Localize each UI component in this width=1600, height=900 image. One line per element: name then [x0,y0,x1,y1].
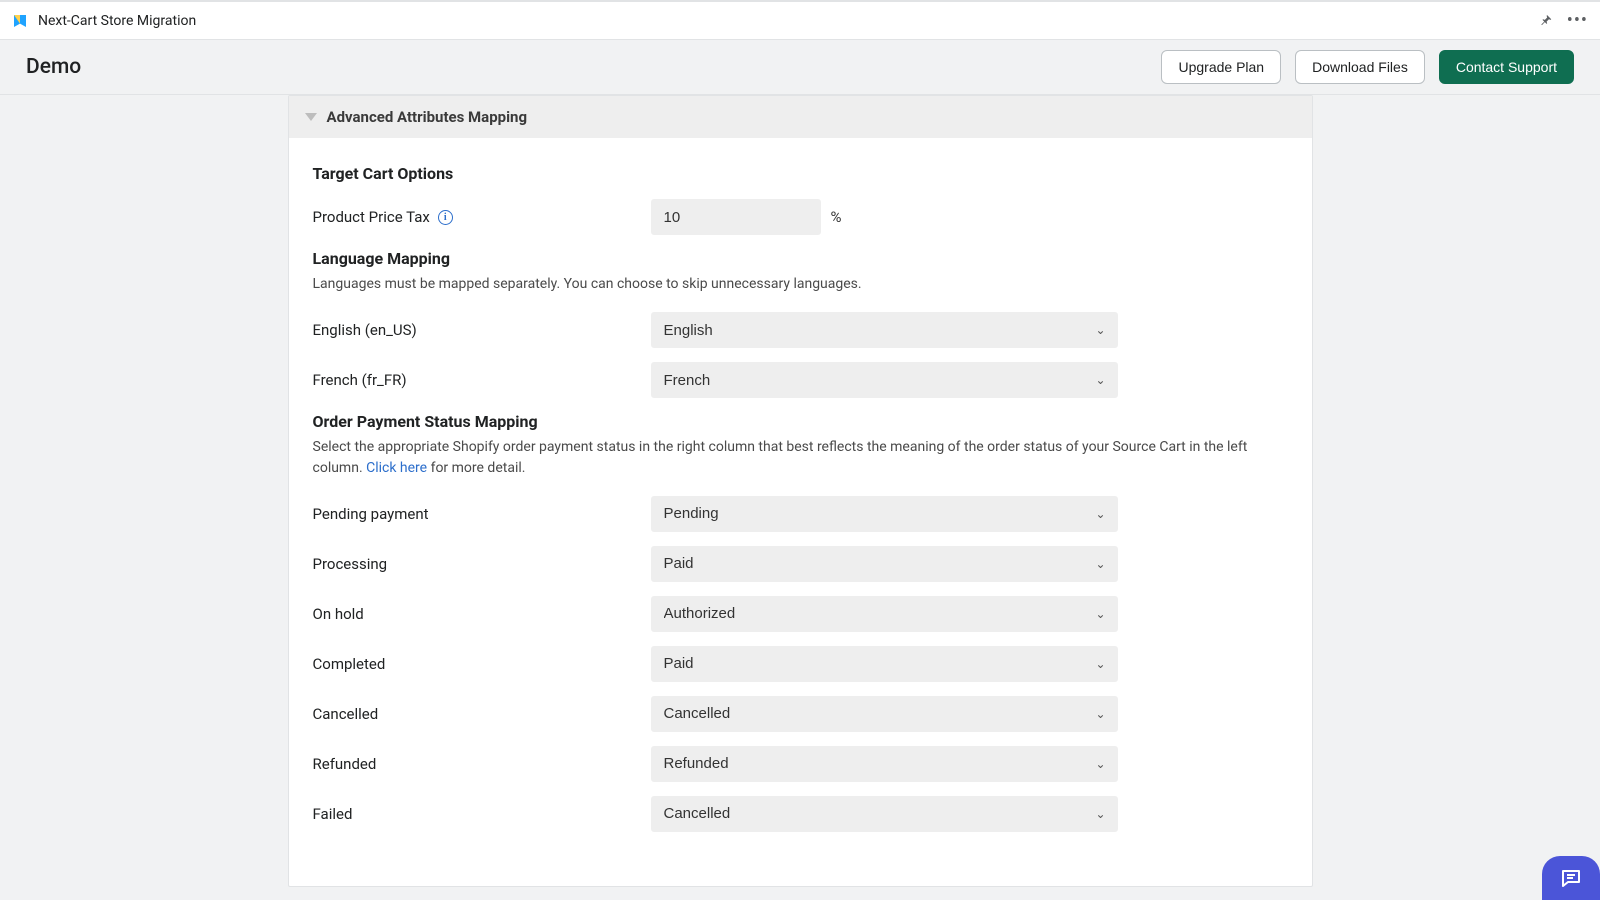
group-title-payment-mapping: Order Payment Status Mapping [313,412,1288,431]
app-logo-icon [12,13,28,29]
select-wrap: ⌄ [651,646,1118,682]
select-wrap: ⌄ [651,496,1118,532]
select-wrap: ⌄ [651,546,1118,582]
app-title: Next-Cart Store Migration [38,13,196,29]
row-label: Pending payment [313,505,651,523]
row-label: Completed [313,655,651,673]
payment-desc-post: for more detail. [427,460,525,476]
select-wrap: ⌄ [651,312,1118,348]
row-payment-processing: Processing ⌄ [313,546,1288,582]
group-title-language-mapping: Language Mapping [313,249,1288,268]
group-desc-payment-mapping: Select the appropriate Shopify order pay… [313,437,1288,478]
payment-desc-link[interactable]: Click here [366,460,427,476]
section-body: Target Cart Options Product Price Tax i … [289,138,1312,886]
row-payment-completed: Completed ⌄ [313,646,1288,682]
download-files-button[interactable]: Download Files [1295,50,1425,84]
select-wrap: ⌄ [651,746,1118,782]
upgrade-plan-button[interactable]: Upgrade Plan [1161,50,1281,84]
row-language-fr: French (fr_FR) ⌄ [313,362,1288,398]
row-payment-cancelled: Cancelled ⌄ [313,696,1288,732]
payment-select[interactable] [651,696,1118,732]
payment-select[interactable] [651,596,1118,632]
payment-select[interactable] [651,646,1118,682]
page-title: Demo [26,55,81,79]
select-wrap: ⌄ [651,796,1118,832]
row-payment-pending: Pending payment ⌄ [313,496,1288,532]
row-payment-failed: Failed ⌄ [313,796,1288,832]
select-wrap: ⌄ [651,696,1118,732]
language-select-en[interactable] [651,312,1118,348]
pin-icon[interactable] [1539,14,1553,28]
section-header-label: Advanced Attributes Mapping [327,108,528,126]
row-payment-refunded: Refunded ⌄ [313,746,1288,782]
chat-icon [1559,866,1583,890]
row-product-price-tax: Product Price Tax i % [313,199,1288,235]
content-scroll[interactable]: Advanced Attributes Mapping Target Cart … [0,95,1600,900]
contact-support-button[interactable]: Contact Support [1439,50,1574,84]
row-label: Cancelled [313,705,651,723]
payment-select[interactable] [651,496,1118,532]
page-header: Demo Upgrade Plan Download Files Contact… [0,40,1600,95]
info-icon[interactable]: i [438,210,453,225]
select-wrap: ⌄ [651,596,1118,632]
price-tax-input[interactable] [651,199,821,235]
row-label: English (en_US) [313,321,651,339]
row-label: On hold [313,605,651,623]
row-label: Product Price Tax i [313,208,651,226]
group-desc-language-mapping: Languages must be mapped separately. You… [313,274,1288,294]
price-tax-label: Product Price Tax [313,208,430,226]
row-label: French (fr_FR) [313,371,651,389]
payment-select[interactable] [651,746,1118,782]
chevron-down-icon [305,113,317,121]
payment-select[interactable] [651,796,1118,832]
app-titlebar: Next-Cart Store Migration ••• [0,0,1600,40]
chat-widget-button[interactable] [1542,856,1600,900]
row-label: Failed [313,805,651,823]
group-title-target-cart: Target Cart Options [313,164,1288,183]
titlebar-right: ••• [1539,12,1588,30]
page-actions: Upgrade Plan Download Files Contact Supp… [1161,50,1574,84]
titlebar-left: Next-Cart Store Migration [12,13,196,29]
percent-suffix: % [831,208,842,226]
row-label: Processing [313,555,651,573]
more-menu-icon[interactable]: ••• [1567,12,1588,30]
select-wrap: ⌄ [651,362,1118,398]
row-label: Refunded [313,755,651,773]
payment-select[interactable] [651,546,1118,582]
row-payment-onhold: On hold ⌄ [313,596,1288,632]
settings-card: Advanced Attributes Mapping Target Cart … [288,95,1313,887]
section-toggle-advanced-attributes[interactable]: Advanced Attributes Mapping [289,96,1312,138]
language-select-fr[interactable] [651,362,1118,398]
row-language-en: English (en_US) ⌄ [313,312,1288,348]
